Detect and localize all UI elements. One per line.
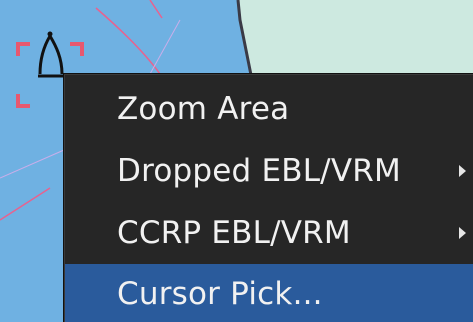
menu-item-label: Zoom Area xyxy=(117,91,290,127)
chart-display[interactable]: Zoom Area Dropped EBL/VRM CCRP EBL/VRM C… xyxy=(0,0,473,322)
context-menu: Zoom Area Dropped EBL/VRM CCRP EBL/VRM C… xyxy=(64,74,473,322)
submenu-arrow-icon xyxy=(459,165,466,177)
route-line xyxy=(0,149,65,179)
menu-item-ccrp-ebl-vrm[interactable]: CCRP EBL/VRM xyxy=(65,202,473,264)
menu-item-cursor-pick[interactable]: Cursor Pick... xyxy=(65,264,473,322)
route-line xyxy=(95,7,161,75)
menu-item-dropped-ebl-vrm[interactable]: Dropped EBL/VRM xyxy=(65,140,473,202)
route-line xyxy=(149,0,163,19)
submenu-arrow-icon xyxy=(459,227,466,239)
menu-item-zoom-area[interactable]: Zoom Area xyxy=(65,78,473,140)
route-line xyxy=(0,187,51,221)
route-line xyxy=(149,19,181,75)
menu-item-label: Dropped EBL/VRM xyxy=(117,153,401,189)
menu-item-label: CCRP EBL/VRM xyxy=(117,215,351,251)
buoy-icon xyxy=(38,31,64,78)
menu-item-label: Cursor Pick... xyxy=(117,275,323,312)
